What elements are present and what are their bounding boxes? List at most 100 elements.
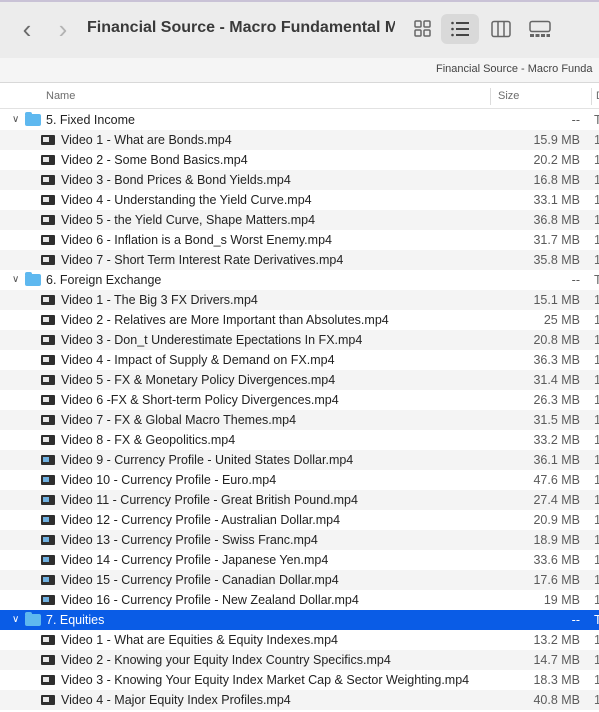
item-date-truncated: 1	[594, 593, 599, 607]
video-file-icon	[41, 635, 55, 645]
disclosure-chevron-icon[interactable]: ∨	[12, 270, 22, 290]
file-row[interactable]: Video 2 - Some Bond Basics.mp4 20.2 MB 1	[0, 150, 599, 170]
item-size: 31.7 MB	[533, 233, 580, 247]
file-row[interactable]: Video 8 - FX & Geopolitics.mp4 33.2 MB 1	[0, 430, 599, 450]
file-row[interactable]: Video 16 - Currency Profile - New Zealan…	[0, 590, 599, 610]
item-name: Video 1 - What are Bonds.mp4	[61, 133, 232, 147]
file-row[interactable]: Video 3 - Knowing Your Equity Index Mark…	[0, 670, 599, 690]
item-date-truncated: 1	[594, 413, 599, 427]
file-row[interactable]: Video 15 - Currency Profile - Canadian D…	[0, 570, 599, 590]
file-row[interactable]: Video 3 - Bond Prices & Bond Yields.mp4 1…	[0, 170, 599, 190]
icon-view-button[interactable]	[404, 14, 442, 44]
path-text[interactable]: Financial Source - Macro Funda	[436, 63, 593, 75]
item-size: 14.7 MB	[533, 653, 580, 667]
item-name: Video 3 - Knowing Your Equity Index Mark…	[61, 673, 470, 687]
file-row[interactable]: Video 4 - Understanding the Yield Curve.…	[0, 190, 599, 210]
file-row[interactable]: Video 1 - What are Equities & Equity Ind…	[0, 630, 599, 650]
item-size: 20.8 MB	[533, 333, 580, 347]
item-size: 20.9 MB	[533, 513, 580, 527]
folder-row[interactable]: ∨ 6. Foreign Exchange -- T	[0, 270, 599, 290]
size-column-header[interactable]: Size	[498, 90, 519, 102]
video-file-icon	[41, 455, 55, 465]
video-file-icon	[41, 495, 55, 505]
file-row[interactable]: Video 10 - Currency Profile - Euro.mp4 47…	[0, 470, 599, 490]
file-row[interactable]: Video 1 - The Big 3 FX Drivers.mp4 15.1 M…	[0, 290, 599, 310]
file-row[interactable]: Video 12 - Currency Profile - Australian…	[0, 510, 599, 530]
item-size: 47.6 MB	[533, 473, 580, 487]
item-name: 6. Foreign Exchange	[46, 273, 162, 287]
list-view-button[interactable]	[441, 14, 479, 44]
item-name: Video 6 - Inflation is a Bond_s Worst En…	[61, 233, 332, 247]
item-size: 31.4 MB	[533, 373, 580, 387]
path-bar: Financial Source - Macro Funda	[0, 58, 599, 83]
item-size: 33.6 MB	[533, 553, 580, 567]
file-row[interactable]: Video 2 - Relatives are More Important t…	[0, 310, 599, 330]
video-file-icon	[41, 335, 55, 345]
name-column-header[interactable]: Name	[46, 90, 75, 102]
item-date-truncated: 1	[594, 453, 599, 467]
video-file-icon	[41, 555, 55, 565]
item-size: 18.3 MB	[533, 673, 580, 687]
item-name: Video 3 - Bond Prices & Bond Yields.mp4	[61, 173, 291, 187]
video-file-icon	[41, 375, 55, 385]
file-row[interactable]: Video 9 - Currency Profile - United Stat…	[0, 450, 599, 470]
file-row[interactable]: Video 5 - the Yield Curve, Shape Matters…	[0, 210, 599, 230]
item-size: 40.8 MB	[533, 693, 580, 707]
column-view-button[interactable]	[482, 14, 520, 44]
item-name: 5. Fixed Income	[46, 113, 135, 127]
file-row[interactable]: Video 1 - What are Bonds.mp4 15.9 MB 1	[0, 130, 599, 150]
column-divider[interactable]	[490, 88, 491, 105]
columns-icon	[491, 20, 511, 38]
file-row[interactable]: Video 14 - Currency Profile - Japanese Y…	[0, 550, 599, 570]
folder-icon	[25, 272, 41, 286]
item-name: Video 12 - Currency Profile - Australian…	[61, 513, 341, 527]
window-top-border	[0, 0, 599, 2]
item-name: Video 15 - Currency Profile - Canadian D…	[61, 573, 339, 587]
file-row[interactable]: Video 4 - Major Equity Index Profiles.mp…	[0, 690, 599, 710]
item-size: 36.3 MB	[533, 353, 580, 367]
item-date-truncated: T	[594, 273, 599, 287]
item-date-truncated: 1	[594, 233, 599, 247]
item-size: 15.9 MB	[533, 133, 580, 147]
video-file-icon	[41, 415, 55, 425]
folder-row[interactable]: ∨ 7. Equities -- T	[0, 610, 599, 630]
chevron-right-icon[interactable]: ›	[50, 16, 76, 42]
item-name: Video 1 - What are Equities & Equity Ind…	[61, 633, 339, 647]
file-row[interactable]: Video 7 - Short Term Interest Rate Deriv…	[0, 250, 599, 270]
file-row[interactable]: Video 7 - FX & Global Macro Themes.mp4 31…	[0, 410, 599, 430]
video-file-icon	[41, 595, 55, 605]
item-size: 20.2 MB	[533, 153, 580, 167]
item-name: Video 1 - The Big 3 FX Drivers.mp4	[61, 293, 258, 307]
item-size: 15.1 MB	[533, 293, 580, 307]
file-row[interactable]: Video 11 - Currency Profile - Great Brit…	[0, 490, 599, 510]
column-divider[interactable]	[591, 88, 592, 105]
item-name: Video 4 - Major Equity Index Profiles.mp…	[61, 693, 291, 707]
video-file-icon	[41, 135, 55, 145]
file-row[interactable]: Video 3 - Don_t Underestimate Epectation…	[0, 330, 599, 350]
item-date-truncated: 1	[594, 633, 599, 647]
file-row[interactable]: Video 6 - Inflation is a Bond_s Worst En…	[0, 230, 599, 250]
item-size: --	[571, 273, 580, 287]
disclosure-chevron-icon[interactable]: ∨	[12, 110, 22, 130]
folder-row[interactable]: ∨ 5. Fixed Income -- T	[0, 110, 599, 130]
item-size: --	[571, 613, 580, 627]
disclosure-chevron-icon[interactable]: ∨	[12, 610, 22, 630]
file-row[interactable]: Video 13 - Currency Profile - Swiss Fran…	[0, 530, 599, 550]
chevron-left-icon[interactable]: ‹	[14, 16, 40, 42]
item-size: 33.2 MB	[533, 433, 580, 447]
item-size: --	[571, 113, 580, 127]
item-date-truncated: 1	[594, 553, 599, 567]
item-name: Video 2 - Knowing your Equity Index Coun…	[61, 653, 391, 667]
item-date-truncated: 1	[594, 493, 599, 507]
file-row[interactable]: Video 4 - Impact of Supply & Demand on F…	[0, 350, 599, 370]
gallery-view-button[interactable]	[520, 14, 558, 44]
column-header: Name Size D	[0, 84, 599, 109]
item-size: 17.6 MB	[533, 573, 580, 587]
file-row[interactable]: Video 5 - FX & Monetary Policy Divergenc…	[0, 370, 599, 390]
file-row[interactable]: Video 6 -FX & Short-term Policy Divergen…	[0, 390, 599, 410]
item-name: Video 4 - Understanding the Yield Curve.…	[61, 193, 312, 207]
file-row[interactable]: Video 2 - Knowing your Equity Index Coun…	[0, 650, 599, 670]
item-size: 19 MB	[543, 593, 580, 607]
grid-icon	[414, 20, 431, 37]
video-file-icon	[41, 355, 55, 365]
